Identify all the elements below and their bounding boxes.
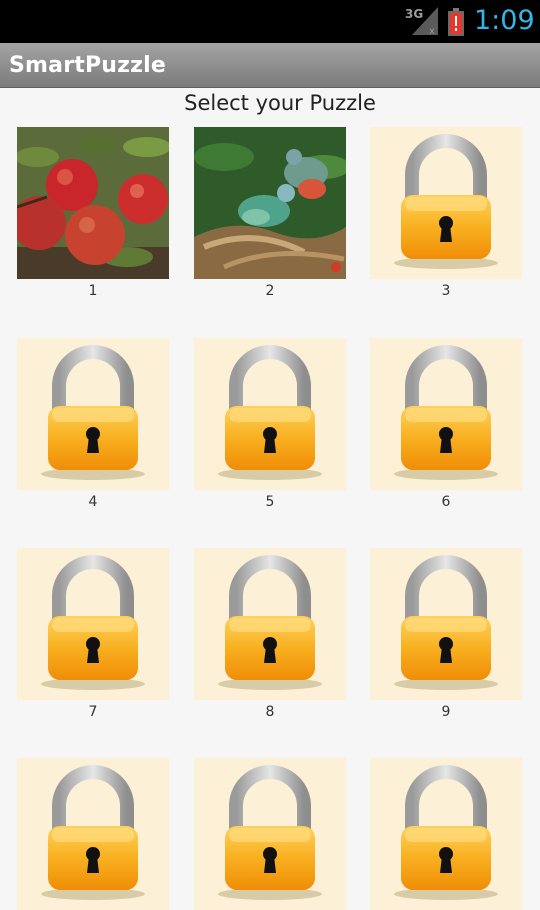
padlock-tile [194,548,346,700]
status-bar: 3G x 1:09 [0,0,540,43]
puzzle-tile-3[interactable]: 3 [370,127,522,299]
puzzle-tile-4[interactable]: 4 [17,338,169,510]
padlock-icon [394,345,498,480]
birds-photo [194,127,346,279]
puzzle-tile-9[interactable]: 9 [370,548,522,720]
signal-icon: x [412,7,438,35]
padlock-tile [17,758,169,910]
puzzle-tile-8[interactable]: 8 [194,548,346,720]
padlock-icon [218,765,322,900]
svg-text:x: x [429,26,435,35]
clock: 1:09 [474,5,535,36]
puzzle-label: 7 [88,704,98,720]
padlock-icon [41,765,145,900]
puzzle-tile-7[interactable]: 7 [17,548,169,720]
puzzle-label: 9 [441,704,451,720]
puzzle-label: 5 [265,494,275,510]
padlock-tile [17,338,169,490]
padlock-tile [370,548,522,700]
puzzle-label: 6 [441,494,451,510]
padlock-icon [41,345,145,480]
puzzle-label: 8 [265,704,275,720]
padlock-tile [194,338,346,490]
padlock-tile [370,758,522,910]
puzzle-tile-5[interactable]: 5 [194,338,346,510]
apples-photo [17,127,169,279]
padlock-tile [370,338,522,490]
padlock-icon [394,765,498,900]
puzzle-label: 4 [88,494,98,510]
page-heading: Select your Puzzle [184,91,376,115]
puzzle-label: 1 [88,283,98,299]
puzzle-label: 3 [441,283,451,299]
padlock-icon [218,345,322,480]
puzzle-tile-1[interactable]: 1 [17,127,169,299]
puzzle-tile-10[interactable] [17,758,169,910]
padlock-icon [41,555,145,690]
puzzle-tile-6[interactable]: 6 [370,338,522,510]
puzzle-tile-2[interactable]: 2 [194,127,346,299]
padlock-icon [218,555,322,690]
app-title: SmartPuzzle [9,53,167,78]
battery-alert-icon [448,8,464,36]
padlock-icon [394,555,498,690]
padlock-tile [370,127,522,279]
puzzle-label: 2 [265,283,275,299]
puzzle-tile-11[interactable] [194,758,346,910]
padlock-icon [394,134,498,269]
action-bar: SmartPuzzle [0,43,540,88]
puzzle-tile-12[interactable] [370,758,522,910]
padlock-tile [17,548,169,700]
padlock-tile [194,758,346,910]
